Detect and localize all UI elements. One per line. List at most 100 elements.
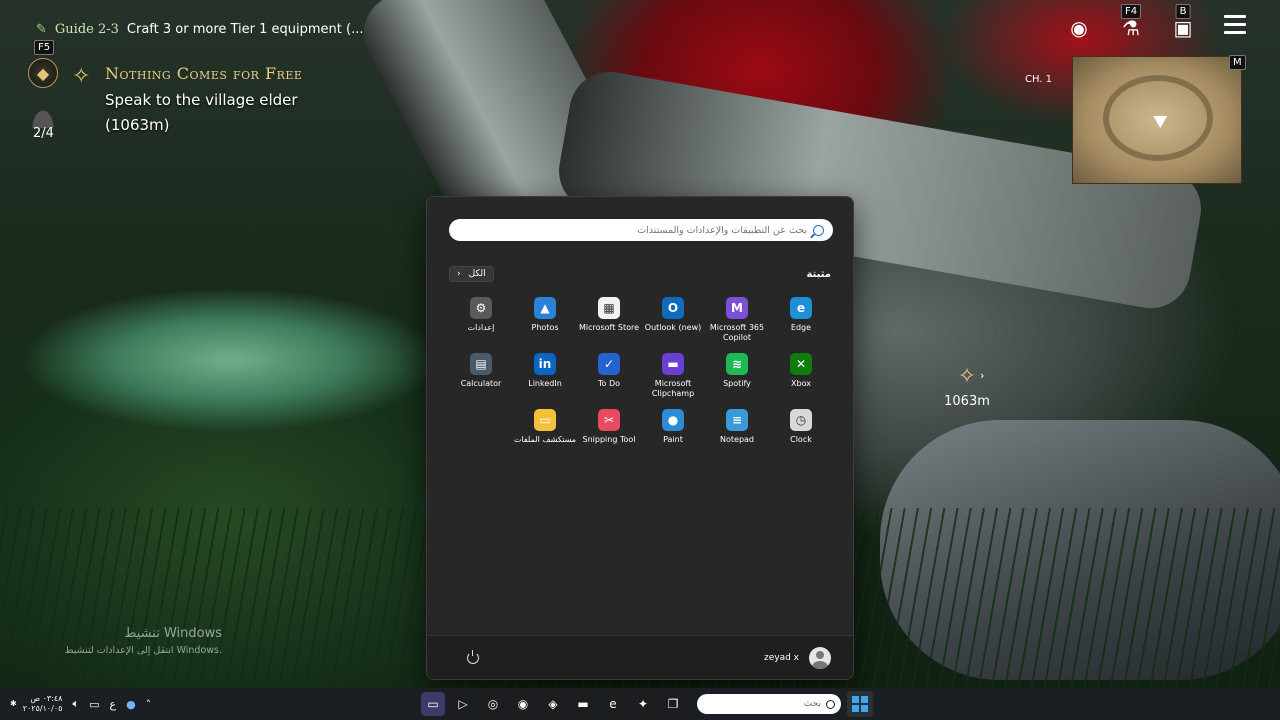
guide-id: Guide 2-3 bbox=[54, 22, 119, 37]
clock-icon: ◷ bbox=[790, 409, 812, 431]
search-icon bbox=[826, 699, 835, 709]
quest-waypoint-icon: ✧ bbox=[957, 364, 977, 389]
nvidia-icon[interactable]: ▷ bbox=[451, 692, 475, 716]
microphone-icon[interactable]: ● bbox=[126, 698, 136, 711]
all-apps-label: الكل bbox=[468, 269, 486, 279]
user-account-button[interactable]: zeyad x bbox=[763, 646, 831, 669]
pinned-app-label: Microsoft Store bbox=[578, 323, 640, 332]
quest-key-hint: F5 bbox=[34, 40, 55, 55]
outlook-icon: O bbox=[662, 297, 684, 319]
minimap[interactable] bbox=[1072, 56, 1242, 184]
start-menu: › الكل مثبتة e Edge M Microsoft 365 Copilot… bbox=[426, 196, 854, 680]
pinned-app[interactable]: ▭ مستكشف الملفات bbox=[513, 409, 577, 465]
file-explorer-icon: ▭ bbox=[534, 409, 556, 431]
pinned-app[interactable]: ≋ Spotify bbox=[705, 353, 769, 409]
guide-task: Craft 3 or more Tier 1 equipment (... bbox=[126, 22, 364, 37]
language-indicator[interactable]: ع bbox=[109, 698, 116, 711]
menu-icon[interactable] bbox=[1220, 6, 1250, 40]
quest-emblem-icon[interactable]: ◆ bbox=[28, 58, 58, 88]
windows-logo-pane bbox=[852, 696, 860, 704]
pinned-app-label: Snipping Tool bbox=[582, 435, 636, 444]
guide-icon: ✎ bbox=[36, 22, 47, 37]
guide-quest[interactable]: ✎ Guide 2-3 Craft 3 or more Tier 1 equip… bbox=[36, 22, 364, 37]
eye-icon[interactable]: ◉ bbox=[1064, 6, 1094, 40]
edge-icon: e bbox=[790, 297, 812, 319]
copilot-icon[interactable]: ✦ bbox=[631, 692, 655, 716]
windows-activation-watermark: تنشيط Windows انتقل إلى الإعدادات لتنشيط… bbox=[60, 626, 222, 656]
pinned-app-label: Xbox bbox=[791, 379, 811, 388]
pinned-app[interactable]: O Outlook (new) bbox=[641, 297, 705, 353]
settings-icon: ⚙ bbox=[470, 297, 492, 319]
pinned-app[interactable]: ▦ Microsoft Store bbox=[577, 297, 641, 353]
quest-marker-icon: ✧ bbox=[72, 64, 91, 89]
windows-logo-pane bbox=[860, 704, 868, 712]
start-button-icon[interactable] bbox=[847, 691, 873, 717]
pinned-app[interactable]: M Microsoft 365 Copilot bbox=[705, 297, 769, 353]
network-icon[interactable]: ▭ bbox=[89, 698, 99, 711]
start-footer: zeyad x bbox=[427, 635, 853, 679]
store-icon: ▦ bbox=[598, 297, 620, 319]
pinned-app-label: Microsoft Clipchamp bbox=[651, 379, 695, 398]
notification-icon: ✱ bbox=[10, 699, 17, 708]
pinned-app[interactable]: ✕ Xbox bbox=[769, 353, 833, 409]
potion-icon[interactable]: F4 ⚗ bbox=[1116, 4, 1146, 40]
m365-copilot-icon: M bbox=[726, 297, 748, 319]
pinned-app[interactable]: ▬ Microsoft Clipchamp bbox=[641, 353, 705, 409]
start-search-box[interactable] bbox=[449, 219, 833, 241]
volume-icon[interactable]: 🔈︎ bbox=[72, 697, 79, 711]
power-icon[interactable] bbox=[467, 649, 479, 664]
pinned-app-label: Spotify bbox=[723, 379, 751, 388]
search-icon bbox=[813, 224, 824, 236]
windows-logo-pane bbox=[852, 704, 860, 712]
pinned-app[interactable]: ● Paint bbox=[641, 409, 705, 465]
spotify-icon: ≋ bbox=[726, 353, 748, 375]
chapter-label: CH. 1 bbox=[1025, 74, 1053, 85]
pinned-app-label: To Do bbox=[597, 379, 621, 388]
steam-icon[interactable]: ◉ bbox=[511, 692, 535, 716]
clipchamp-icon: ▬ bbox=[662, 353, 684, 375]
pinned-app[interactable]: ▲ Photos bbox=[513, 297, 577, 353]
taskbar-search-box[interactable]: بحث bbox=[697, 694, 841, 714]
pinned-app[interactable]: ◷ Clock bbox=[769, 409, 833, 465]
quest-title[interactable]: Nothing Comes for Free bbox=[105, 64, 302, 83]
pinned-header: › الكل مثبتة bbox=[449, 265, 831, 283]
chevron-right-icon: › bbox=[457, 269, 461, 279]
user-name: zeyad x bbox=[763, 652, 799, 663]
system-tray: ✱ ٠٣:٤٨ ص ٢٠٢٥/١٠/٠٥ 🔈︎ ▭ ع ● ˄ bbox=[10, 688, 151, 720]
task-view-icon[interactable]: ❐ bbox=[661, 692, 685, 716]
pinned-app[interactable]: e Edge bbox=[769, 297, 833, 353]
xbox-icon: ✕ bbox=[790, 353, 812, 375]
pinned-app[interactable]: ≡ Notepad bbox=[705, 409, 769, 465]
bag-icon[interactable]: B ▣ bbox=[1168, 4, 1198, 40]
taskbar-apps: ▭ ▷ ◎ ◉ ◈ ▬ e ✦ ❐ بحث bbox=[421, 691, 873, 717]
pinned-app[interactable]: ⚙ إعدادات bbox=[449, 297, 513, 353]
party-count: 2/4 bbox=[33, 126, 54, 141]
photos-icon: ▲ bbox=[534, 297, 556, 319]
pinned-app[interactable]: in LinkedIn bbox=[513, 353, 577, 409]
file-explorer-taskbar-icon[interactable]: ▬ bbox=[571, 692, 595, 716]
avatar bbox=[809, 646, 831, 669]
chevron-right-icon: › bbox=[980, 369, 985, 382]
activation-title: تنشيط Windows bbox=[124, 626, 222, 641]
discord-icon[interactable]: ◈ bbox=[541, 692, 565, 716]
marker-distance: 1063m bbox=[944, 394, 990, 409]
edge-taskbar-icon[interactable]: e bbox=[601, 692, 625, 716]
pinned-app[interactable]: ✓ To Do bbox=[577, 353, 641, 409]
pinned-app-label: Outlook (new) bbox=[644, 323, 702, 332]
pinned-app-label: إعدادات bbox=[467, 323, 495, 332]
clock-button[interactable]: ✱ ٠٣:٤٨ ص ٢٠٢٥/١٠/٠٥ bbox=[10, 694, 62, 714]
paint-icon: ● bbox=[662, 409, 684, 431]
activation-subtitle: انتقل إلى الإعدادات لتنشيط Windows. bbox=[64, 645, 222, 656]
pinned-app-label: Edge bbox=[790, 323, 812, 332]
pinned-app-label: Clock bbox=[790, 435, 812, 444]
pinned-app[interactable]: ▤ Calculator bbox=[449, 353, 513, 409]
pinned-app-label: Notepad bbox=[720, 435, 754, 444]
xbox-app-icon[interactable]: ◎ bbox=[481, 692, 505, 716]
taskbar-app-1-icon[interactable]: ▭ bbox=[421, 692, 445, 716]
start-search-input[interactable] bbox=[507, 224, 807, 236]
all-apps-button[interactable]: › الكل bbox=[449, 266, 494, 282]
taskbar: ✱ ٠٣:٤٨ ص ٢٠٢٥/١٠/٠٥ 🔈︎ ▭ ع ● ˄ ▭ ▷ ◎ ◉ ◈ ▬ e ✦… bbox=[0, 688, 1280, 720]
pinned-app[interactable]: ✂ Snipping Tool bbox=[577, 409, 641, 465]
taskbar-search-placeholder: بحث bbox=[803, 699, 821, 709]
chevron-up-icon[interactable]: ˄ bbox=[146, 698, 152, 711]
